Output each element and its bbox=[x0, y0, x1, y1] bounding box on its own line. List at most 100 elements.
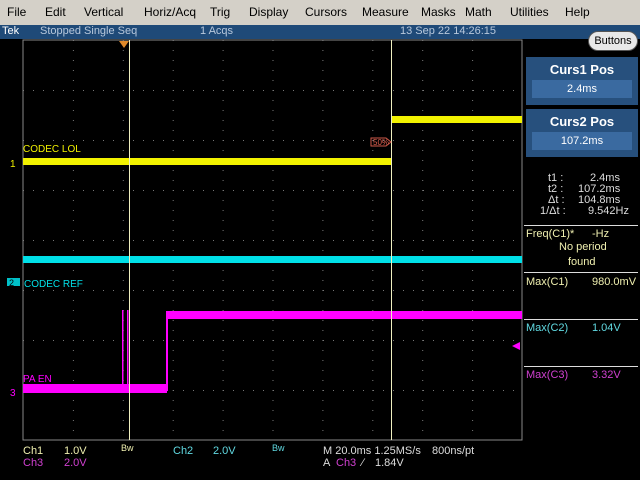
grid-dot bbox=[173, 240, 174, 241]
grid-dot bbox=[353, 240, 354, 241]
grid-dot bbox=[372, 210, 374, 211]
timebase[interactable]: M 20.0ms 1.25MS/s bbox=[323, 445, 421, 457]
grid-dot bbox=[163, 340, 164, 341]
grid-dot bbox=[422, 280, 424, 281]
grid-dot bbox=[422, 360, 424, 361]
trigger-source[interactable]: Ch3 bbox=[336, 457, 356, 469]
grid-dot bbox=[372, 400, 374, 401]
grid-dot bbox=[303, 290, 304, 291]
ch1-scale[interactable]: 1.0V bbox=[64, 445, 87, 457]
grid-dot bbox=[272, 420, 274, 421]
ch2-scale[interactable]: 2.0V bbox=[213, 445, 236, 457]
grid-dot bbox=[422, 380, 424, 381]
grid-dot bbox=[172, 410, 174, 411]
grid-dot bbox=[372, 370, 374, 371]
ch1-bw: Bw bbox=[121, 443, 134, 453]
grid-dot bbox=[423, 390, 424, 391]
grid-dot bbox=[322, 270, 324, 271]
grid-dot bbox=[363, 190, 364, 191]
curs1-pos-control[interactable]: Curs1 Pos 2.4ms bbox=[526, 57, 638, 105]
ch2-trace bbox=[23, 256, 522, 263]
grid-dot bbox=[503, 290, 504, 291]
grid-dot bbox=[443, 340, 444, 341]
grid-dot bbox=[143, 240, 144, 241]
grid-dot bbox=[423, 290, 424, 291]
grid-dot bbox=[272, 220, 274, 221]
grid-dot bbox=[113, 140, 114, 141]
grid-dot bbox=[472, 60, 474, 61]
grid-dot bbox=[333, 140, 334, 141]
grid-dot bbox=[372, 170, 374, 171]
grid-dot bbox=[43, 290, 44, 291]
curs1-value[interactable]: 2.4ms bbox=[532, 80, 632, 98]
grid-dot bbox=[203, 240, 204, 241]
grid-dot bbox=[222, 250, 224, 251]
ch1-name[interactable]: Ch1 bbox=[23, 445, 43, 457]
grid-dot bbox=[73, 190, 74, 191]
grid-dot bbox=[172, 200, 174, 201]
grid-dot bbox=[463, 390, 464, 391]
grid-dot bbox=[133, 340, 134, 341]
trigger-level-arrow-icon bbox=[512, 342, 520, 350]
grid-dot bbox=[53, 90, 54, 91]
grid-dot bbox=[473, 290, 474, 291]
grid-dot bbox=[222, 100, 224, 101]
grid-dot bbox=[503, 190, 504, 191]
grid-dot bbox=[123, 240, 124, 241]
grid-dot bbox=[272, 250, 274, 251]
grid-dot bbox=[223, 340, 224, 341]
grid-dot bbox=[322, 80, 324, 81]
grid-dot bbox=[313, 140, 314, 141]
grid-dot bbox=[293, 340, 294, 341]
grid-dot bbox=[73, 140, 74, 141]
grid-dot bbox=[493, 90, 494, 91]
curs2-value[interactable]: 107.2ms bbox=[532, 132, 632, 150]
grid-dot bbox=[283, 390, 284, 391]
grid-dot bbox=[222, 330, 224, 331]
grid-dot bbox=[53, 290, 54, 291]
grid-dot bbox=[322, 120, 324, 121]
grid-dot bbox=[372, 410, 374, 411]
grid-dot bbox=[153, 340, 154, 341]
grid-dot bbox=[472, 170, 474, 171]
grid-dot bbox=[33, 290, 34, 291]
grid-dot bbox=[133, 240, 134, 241]
ch1-marker: 1 bbox=[10, 159, 16, 170]
grid-dot bbox=[273, 240, 274, 241]
grid-dot bbox=[222, 80, 224, 81]
ch2-name[interactable]: Ch2 bbox=[173, 445, 193, 457]
grid-dot bbox=[472, 210, 474, 211]
grid-dot bbox=[372, 230, 374, 231]
grid-dot bbox=[503, 390, 504, 391]
grid-dot bbox=[72, 80, 74, 81]
grid-dot bbox=[223, 90, 224, 91]
inv-dt-value: 9.542Hz bbox=[588, 205, 629, 217]
grid-dot bbox=[122, 420, 124, 421]
grid-dot bbox=[472, 280, 474, 281]
ch3-name[interactable]: Ch3 bbox=[23, 457, 43, 469]
grid-dot bbox=[222, 280, 224, 281]
grid-dot bbox=[63, 140, 64, 141]
grid-dot bbox=[72, 210, 74, 211]
grid-dot bbox=[472, 320, 474, 321]
grid-dot bbox=[433, 90, 434, 91]
grid-dot bbox=[322, 330, 324, 331]
grid-dot bbox=[472, 340, 474, 341]
grid-dot bbox=[133, 90, 134, 91]
ch3-scale[interactable]: 2.0V bbox=[64, 457, 87, 469]
grid-dot bbox=[33, 190, 34, 191]
grid-dot bbox=[272, 380, 274, 381]
grid-dot bbox=[253, 340, 254, 341]
grid-dot bbox=[83, 190, 84, 191]
trigger-level[interactable]: 1.84V bbox=[375, 457, 404, 469]
grid-dot bbox=[422, 230, 424, 231]
grid-dot bbox=[272, 120, 274, 121]
grid-dot bbox=[222, 420, 224, 421]
grid-dot bbox=[203, 340, 204, 341]
grid-dot bbox=[322, 280, 324, 281]
grid-dot bbox=[422, 50, 424, 51]
curs2-pos-control[interactable]: Curs2 Pos 107.2ms bbox=[526, 109, 638, 157]
grid-dot bbox=[222, 360, 224, 361]
grid-dot bbox=[372, 200, 374, 201]
ch3-glitch bbox=[127, 310, 129, 390]
